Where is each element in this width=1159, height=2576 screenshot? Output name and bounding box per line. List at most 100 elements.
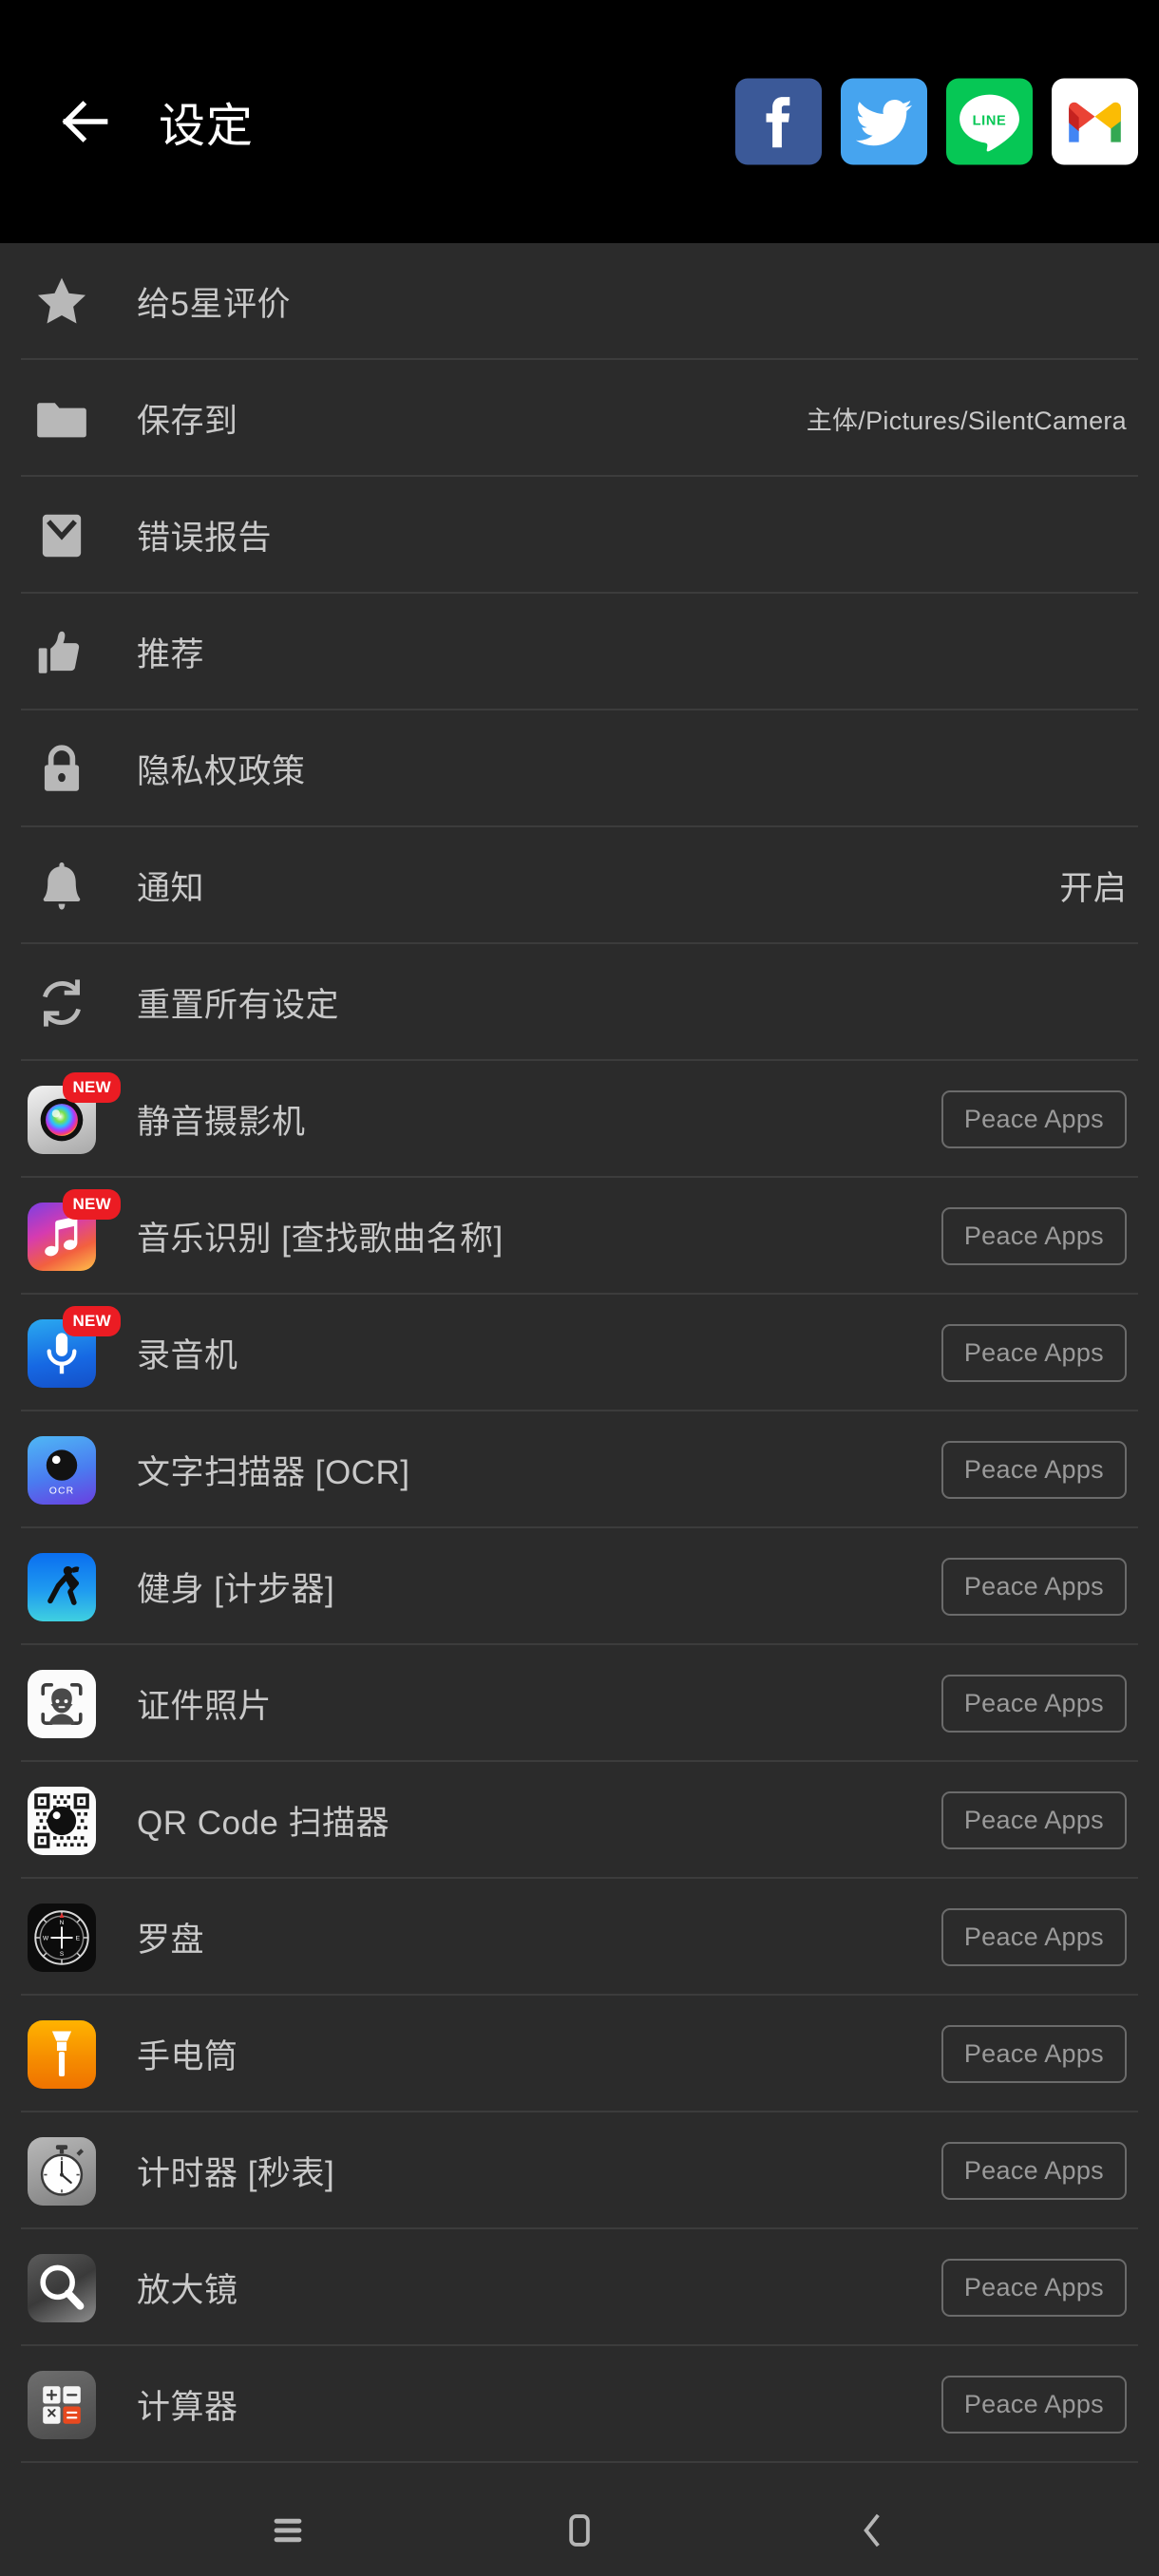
fitness-icon	[28, 1552, 96, 1621]
row-label: 给5星评价	[137, 286, 291, 323]
app-icon-wrap	[21, 1663, 103, 1745]
app-icon-wrap	[21, 1546, 103, 1628]
row-label: 隐私权政策	[137, 753, 306, 790]
peace-apps-button[interactable]: Peace Apps	[940, 1908, 1127, 1966]
recents-icon	[266, 2509, 310, 2552]
app-icon-wrap: NEW	[21, 1188, 121, 1278]
svg-text:W: W	[43, 1935, 49, 1941]
ocr-scanner-icon: OCR	[28, 1435, 96, 1505]
app-icon-wrap	[21, 2364, 103, 2446]
new-badge: NEW	[63, 1188, 121, 1220]
svg-text:LINE: LINE	[973, 114, 1007, 129]
new-badge: NEW	[63, 1071, 121, 1103]
row-label: 错误报告	[137, 520, 273, 557]
twitter-button[interactable]	[841, 78, 927, 165]
app-row-fitness[interactable]: 健身 [计步器] Peace Apps	[0, 1528, 1159, 1645]
row-label: 重置所有设定	[137, 987, 340, 1024]
peace-apps-button[interactable]: Peace Apps	[940, 2376, 1127, 2434]
twitter-icon	[841, 79, 927, 165]
settings-row-privacy[interactable]: 隐私权政策	[0, 710, 1159, 827]
row-value: 主体/Pictures/SilentCamera	[806, 407, 1127, 435]
settings-row-save-to[interactable]: 保存到 主体/Pictures/SilentCamera	[0, 360, 1159, 477]
stopwatch-icon	[28, 2136, 96, 2206]
peace-apps-button[interactable]: Peace Apps	[940, 1791, 1127, 1849]
settings-row-recommend[interactable]: 推荐	[0, 594, 1159, 710]
row-label: 录音机	[137, 1337, 238, 1374]
settings-row-reset[interactable]: 重置所有设定	[0, 944, 1159, 1061]
row-label: 计时器 [秒表]	[137, 2155, 335, 2192]
id-photo-icon	[28, 1669, 96, 1738]
gmail-icon	[1052, 79, 1138, 165]
app-icon-wrap	[21, 2247, 103, 2329]
app-icon-wrap	[21, 1780, 103, 1862]
row-label: 通知	[137, 870, 205, 907]
row-label: 计算器	[137, 2389, 238, 2426]
app-icon-wrap: N S W E	[21, 1897, 103, 1979]
line-button[interactable]: LINE	[946, 78, 1033, 165]
facebook-button[interactable]	[735, 78, 822, 165]
peace-apps-button[interactable]: Peace Apps	[940, 1090, 1127, 1148]
back-icon	[849, 2509, 893, 2552]
row-label: 音乐识别 [查找歌曲名称]	[137, 1221, 504, 1258]
svg-text:N: N	[60, 1920, 65, 1926]
back-nav-button[interactable]	[814, 2485, 928, 2576]
page-title: 设定	[159, 100, 255, 152]
settings-row-notification[interactable]: 通知 开启	[0, 827, 1159, 944]
peace-apps-button[interactable]: Peace Apps	[940, 1324, 1127, 1382]
new-badge: NEW	[63, 1305, 121, 1336]
app-row-silent-camera[interactable]: NEW 静音摄影机 Peace Apps	[0, 1061, 1159, 1178]
app-icon-wrap	[21, 2014, 103, 2095]
recents-button[interactable]	[231, 2485, 345, 2576]
row-value: 开启	[1059, 870, 1127, 907]
thumbs-up-icon	[21, 612, 103, 693]
app-row-calculator[interactable]: 计算器 Peace Apps	[0, 2346, 1159, 2463]
app-row-stopwatch[interactable]: 计时器 [秒表] Peace Apps	[0, 2112, 1159, 2229]
app-icon-wrap: OCR	[21, 1430, 103, 1511]
svg-text:OCR: OCR	[49, 1486, 74, 1496]
row-label: 证件照片	[137, 1688, 273, 1725]
microphone-icon: NEW	[28, 1305, 121, 1388]
calculator-icon	[28, 2370, 96, 2439]
app-row-qr-scanner[interactable]: QR Code 扫描器 Peace Apps	[0, 1762, 1159, 1879]
settings-row-bug-report[interactable]: 错误报告	[0, 477, 1159, 594]
svg-text:E: E	[76, 1935, 81, 1941]
app-row-id-photo[interactable]: 证件照片 Peace Apps	[0, 1645, 1159, 1762]
folder-icon	[21, 378, 103, 460]
line-icon: LINE	[946, 79, 1033, 165]
arrow-left-icon	[56, 92, 115, 151]
peace-apps-button[interactable]: Peace Apps	[940, 1441, 1127, 1499]
magnifier-icon	[28, 2253, 96, 2322]
home-icon	[558, 2509, 601, 2552]
android-nav-bar	[0, 2485, 1159, 2576]
envelope-icon	[21, 495, 103, 577]
app-header: 设定 LINE	[0, 0, 1159, 243]
gmail-button[interactable]	[1052, 78, 1138, 165]
app-icon-wrap: NEW	[21, 1071, 121, 1161]
silent-camera-icon: NEW	[28, 1071, 121, 1154]
peace-apps-button[interactable]: Peace Apps	[940, 2025, 1127, 2083]
home-button[interactable]	[522, 2485, 636, 2576]
app-row-voice-recorder[interactable]: NEW 录音机 Peace Apps	[0, 1295, 1159, 1411]
peace-apps-button[interactable]: Peace Apps	[940, 2142, 1127, 2200]
facebook-icon	[735, 79, 822, 165]
app-icon-wrap	[21, 2131, 103, 2212]
row-label: 罗盘	[137, 1922, 205, 1959]
bell-icon	[21, 845, 103, 927]
row-label: 放大镜	[137, 2272, 238, 2309]
svg-text:S: S	[60, 1951, 65, 1958]
peace-apps-button[interactable]: Peace Apps	[940, 1558, 1127, 1616]
peace-apps-button[interactable]: Peace Apps	[940, 2259, 1127, 2317]
app-row-music-recognition[interactable]: NEW 音乐识别 [查找歌曲名称] Peace Apps	[0, 1178, 1159, 1295]
back-button[interactable]	[33, 69, 138, 174]
flashlight-icon	[28, 2019, 96, 2089]
peace-apps-button[interactable]: Peace Apps	[940, 1675, 1127, 1733]
app-row-ocr-scanner[interactable]: OCR 文字扫描器 [OCR] Peace Apps	[0, 1411, 1159, 1528]
app-row-compass[interactable]: N S W E 罗盘 Peace Apps	[0, 1879, 1159, 1996]
music-note-icon: NEW	[28, 1188, 121, 1271]
app-row-flashlight[interactable]: 手电筒 Peace Apps	[0, 1996, 1159, 2112]
app-row-magnifier[interactable]: 放大镜 Peace Apps	[0, 2229, 1159, 2346]
settings-row-rate[interactable]: 给5星评价	[0, 243, 1159, 360]
peace-apps-button[interactable]: Peace Apps	[940, 1207, 1127, 1265]
row-label: 健身 [计步器]	[137, 1571, 335, 1608]
refresh-icon	[21, 962, 103, 1044]
